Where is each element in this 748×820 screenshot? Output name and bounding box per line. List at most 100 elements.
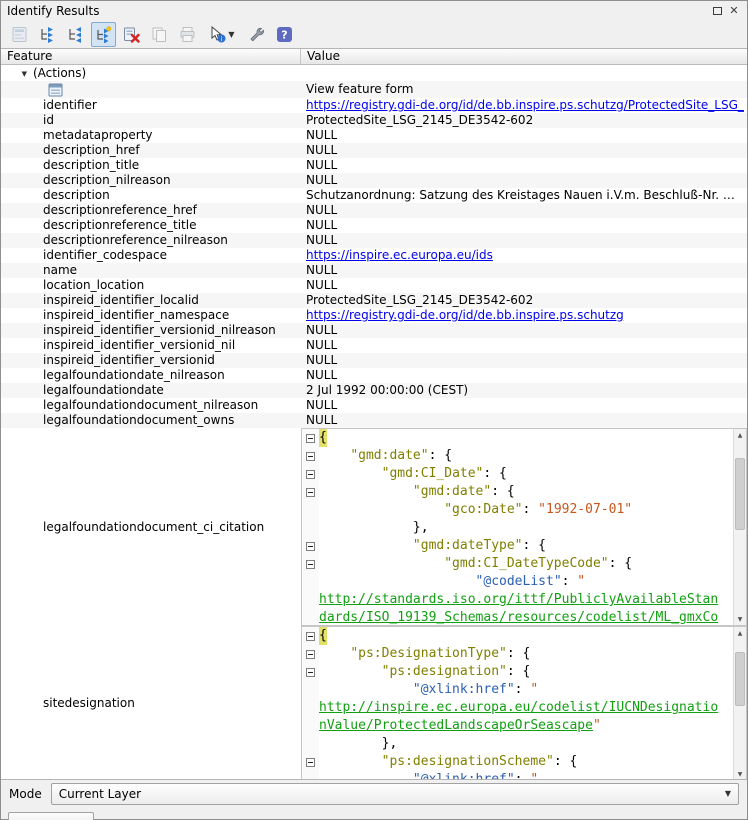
fold-margin xyxy=(302,501,319,519)
value-link[interactable]: https://inspire.ec.europa.eu/ids xyxy=(306,248,493,262)
identify-results-window: Identify Results ✕ i▼? Feature Value ▼(A… xyxy=(0,0,748,820)
scroll-up-icon[interactable]: ▲ xyxy=(734,429,746,441)
table-row[interactable]: inspireid_identifier_versionidNULL xyxy=(1,353,747,368)
scroll-up-icon[interactable]: ▲ xyxy=(734,627,746,639)
view-form-row[interactable]: View feature form xyxy=(1,81,747,98)
code-line: }, xyxy=(302,735,733,753)
clear-results-button[interactable] xyxy=(119,22,144,47)
help-button[interactable]: ? xyxy=(272,22,297,47)
json-editor[interactable]: { "gmd:date": { "gmd:CI_Date": { "gmd:da… xyxy=(301,428,747,626)
float-button[interactable] xyxy=(710,4,724,18)
combo-arrow-icon: ▼ xyxy=(725,789,731,798)
collapse-arrow-icon[interactable]: ▼ xyxy=(1,66,27,81)
scrollbar-thumb[interactable] xyxy=(735,458,745,530)
fold-margin xyxy=(302,591,319,609)
table-row[interactable]: descriptionreference_nilreasonNULL xyxy=(1,233,747,248)
feature-value: ProtectedSite_LSG_2145_DE3542-602 xyxy=(301,113,747,128)
table-row[interactable]: description_nilreasonNULL xyxy=(1,173,747,188)
feature-name: description_title xyxy=(1,158,301,173)
table-header: Feature Value xyxy=(1,49,747,65)
table-row[interactable]: descriptionreference_titleNULL xyxy=(1,218,747,233)
code-line: dards/ISO_19139_Schemas/resources/codeli… xyxy=(302,609,733,625)
dropdown-arrow-icon[interactable]: ▼ xyxy=(228,30,234,39)
table-row[interactable]: identifier_codespacehttps://inspire.ec.e… xyxy=(1,248,747,263)
table-row[interactable]: legalfoundationdate2 Jul 1992 00:00:00 (… xyxy=(1,383,747,398)
table-row[interactable]: legalfoundationdocument_nilreasonNULL xyxy=(1,398,747,413)
fold-minus-icon[interactable] xyxy=(306,758,315,767)
table-row[interactable]: description_titleNULL xyxy=(1,158,747,173)
table-row[interactable]: nameNULL xyxy=(1,263,747,278)
scroll-down-icon[interactable]: ▼ xyxy=(734,613,746,625)
table-row[interactable]: inspireid_identifier_namespacehttps://re… xyxy=(1,308,747,323)
mode-combobox[interactable]: Current Layer ▼ xyxy=(51,783,739,805)
value-link[interactable]: https://registry.gdi-de.org/id/de.bb.ins… xyxy=(306,308,624,322)
identify-settings-button[interactable] xyxy=(244,22,269,47)
fold-minus-icon[interactable] xyxy=(306,560,315,569)
table-row[interactable]: inspireid_identifier_versionid_nilreason… xyxy=(1,323,747,338)
fold-minus-icon[interactable] xyxy=(306,434,315,443)
fold-margin[interactable] xyxy=(302,483,319,501)
table-row[interactable]: inspireid_identifier_versionid_nilNULL xyxy=(1,338,747,353)
wrench-icon xyxy=(248,26,265,43)
clear-icon xyxy=(123,26,140,43)
table-row[interactable]: inspireid_identifier_localidProtectedSit… xyxy=(1,293,747,308)
fold-margin[interactable] xyxy=(302,537,319,555)
fold-margin xyxy=(302,573,319,591)
titlebar[interactable]: Identify Results ✕ xyxy=(1,1,747,20)
json-editor[interactable]: { "ps:DesignationType": { "ps:designatio… xyxy=(301,626,747,779)
table-row[interactable]: legalfoundationdocument_ci_citation { "g… xyxy=(1,428,747,626)
code-line: { xyxy=(302,429,733,447)
svg-text:?: ? xyxy=(281,28,287,41)
fold-minus-icon[interactable] xyxy=(306,650,315,659)
table-row[interactable]: descriptionreference_hrefNULL xyxy=(1,203,747,218)
table-row[interactable]: idProtectedSite_LSG_2145_DE3542-602 xyxy=(1,113,747,128)
table-row[interactable]: legalfoundationdocument_ownsNULL xyxy=(1,413,747,428)
table-row[interactable]: legalfoundationdate_nilreasonNULL xyxy=(1,368,747,383)
fold-minus-icon[interactable] xyxy=(306,452,315,461)
table-row[interactable]: descriptionSchutzanordnung: Satzung des … xyxy=(1,188,747,203)
fold-margin[interactable] xyxy=(302,753,319,771)
fold-margin[interactable] xyxy=(302,627,319,645)
expand-new-results-button[interactable] xyxy=(91,22,116,47)
scrollbar-thumb[interactable] xyxy=(735,652,745,706)
form-view-icon[interactable] xyxy=(48,83,63,97)
json-code[interactable]: { "gmd:date": { "gmd:CI_Date": { "gmd:da… xyxy=(302,429,733,625)
header-feature[interactable]: Feature xyxy=(1,49,301,64)
header-value[interactable]: Value xyxy=(301,49,747,64)
table-row[interactable]: location_locationNULL xyxy=(1,278,747,293)
expand-tree-button[interactable] xyxy=(35,22,60,47)
fold-margin[interactable] xyxy=(302,663,319,681)
code-line: }, xyxy=(302,519,733,537)
fold-minus-icon[interactable] xyxy=(306,632,315,641)
fold-minus-icon[interactable] xyxy=(306,668,315,677)
collapse-tree-button[interactable] xyxy=(63,22,88,47)
partial-bottom-row xyxy=(1,807,747,819)
editor-scrollbar[interactable]: ▲ ▼ xyxy=(733,627,746,779)
close-button[interactable]: ✕ xyxy=(727,4,741,18)
fold-minus-icon[interactable] xyxy=(306,542,315,551)
feature-value: NULL xyxy=(301,143,747,158)
fold-margin[interactable] xyxy=(302,555,319,573)
fold-minus-icon[interactable] xyxy=(306,488,315,497)
feature-value: NULL xyxy=(301,263,747,278)
scroll-down-icon[interactable]: ▼ xyxy=(734,768,746,779)
table-row[interactable]: metadatapropertyNULL xyxy=(1,128,747,143)
fold-minus-icon[interactable] xyxy=(306,470,315,479)
fold-margin[interactable] xyxy=(302,645,319,663)
fold-margin[interactable] xyxy=(302,429,319,447)
fold-margin xyxy=(302,717,319,735)
table-row[interactable]: identifierhttps://registry.gdi-de.org/id… xyxy=(1,98,747,113)
table-row[interactable]: description_hrefNULL xyxy=(1,143,747,158)
table-row[interactable]: sitedesignation { "ps:DesignationType": … xyxy=(1,626,747,779)
print-response-button xyxy=(175,22,200,47)
actions-row[interactable]: ▼(Actions) xyxy=(1,65,747,81)
json-code[interactable]: { "ps:DesignationType": { "ps:designatio… xyxy=(302,627,733,779)
feature-name: descriptionreference_href xyxy=(1,203,301,218)
editor-scrollbar[interactable]: ▲ ▼ xyxy=(733,429,746,625)
identify-mode-button[interactable]: i▼ xyxy=(203,22,241,47)
fold-margin[interactable] xyxy=(302,465,319,483)
feature-value: NULL xyxy=(301,173,747,188)
value-link[interactable]: https://registry.gdi-de.org/id/de.bb.ins… xyxy=(306,98,744,112)
fold-margin[interactable] xyxy=(302,447,319,465)
expand-icon xyxy=(39,26,56,43)
